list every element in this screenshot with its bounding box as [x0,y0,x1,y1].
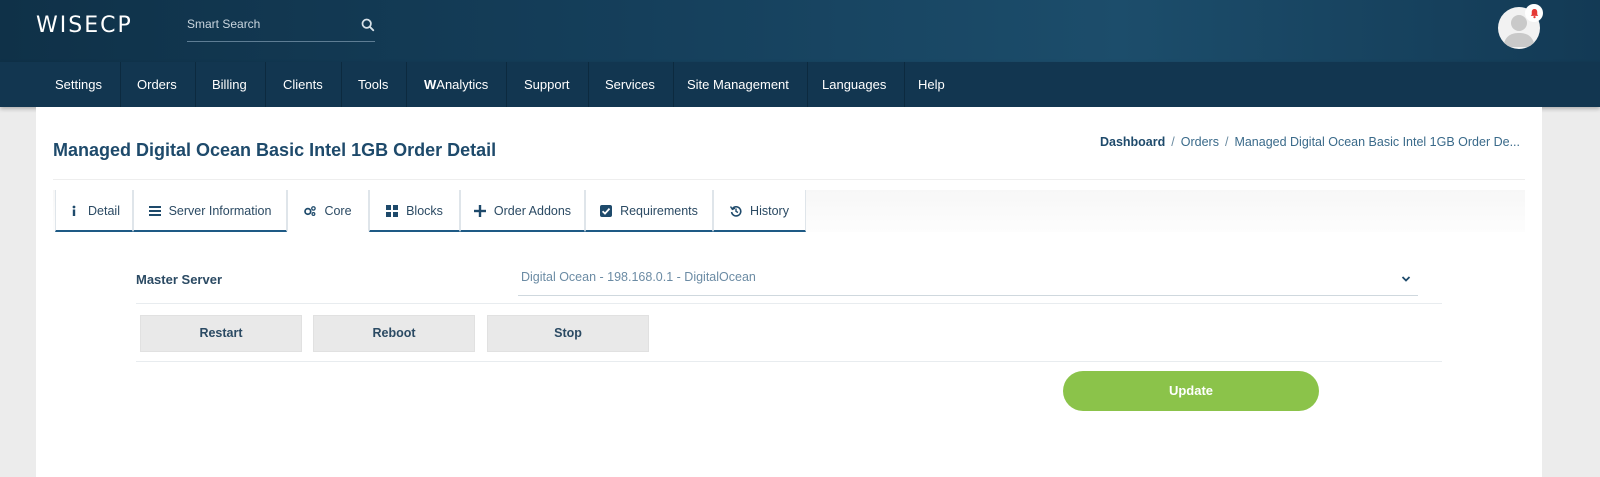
wisecp-logo[interactable]: WISECP [36,13,133,38]
main-nav: Settings Orders Billing Clients Tools WA… [0,62,1600,107]
nav-item-wanalytics[interactable]: WAnalytics [406,62,508,107]
tab-requirements[interactable]: Requirements [585,190,713,232]
row-divider [136,303,1442,304]
bell-icon [1530,8,1538,18]
page-title: Managed Digital Ocean Basic Intel 1GB Or… [53,140,497,160]
nav-item-languages[interactable]: Languages [804,62,906,107]
master-server-value: Digital Ocean - 198.168.0.1 - DigitalOce… [521,270,756,284]
nav-item-settings[interactable]: Settings [37,62,121,107]
check-square-icon [600,204,613,217]
nav-item-support[interactable]: Support [506,62,589,107]
search-icon[interactable] [361,18,375,32]
tab-core[interactable]: Core [287,190,369,232]
history-icon [730,205,742,217]
tab-detail[interactable]: Detail [55,190,133,232]
breadcrumb-separator: / [1224,135,1229,149]
breadcrumb-dashboard[interactable]: Dashboard [1100,135,1165,149]
master-server-label: Master Server [136,272,222,287]
nav-item-services[interactable]: Services [587,62,674,107]
stop-button[interactable]: Stop [487,315,649,352]
nav-item-orders[interactable]: Orders [119,62,196,107]
tab-blocks[interactable]: Blocks [369,190,460,232]
breadcrumb: Dashboard / Orders / Managed Digital Ocean B… [1100,135,1520,149]
plus-icon [473,204,486,217]
server-list-icon [148,205,161,216]
row-divider [136,361,1442,362]
grid-icon [386,204,399,217]
reboot-button[interactable]: Reboot [313,315,475,352]
notification-badge[interactable] [1525,4,1543,22]
cogs-icon [304,205,317,216]
nav-item-site-management[interactable]: Site Management [669,62,808,107]
breadcrumb-separator: / [1171,135,1175,149]
title-divider [53,179,1525,180]
tab-order-addons[interactable]: Order Addons [460,190,585,232]
smart-search [187,12,375,42]
tab-server-information[interactable]: Server Information [133,190,287,232]
nav-item-help[interactable]: Help [900,62,963,107]
restart-button[interactable]: Restart [140,315,302,352]
breadcrumb-orders[interactable]: Orders [1181,135,1219,149]
breadcrumb-current: Managed Digital Ocean Basic Intel 1GB Or… [1234,135,1520,149]
nav-item-clients[interactable]: Clients [265,62,342,107]
tab-history[interactable]: History [713,190,806,232]
update-button[interactable]: Update [1063,371,1319,411]
nav-item-tools[interactable]: Tools [340,62,408,107]
chevron-down-icon [1401,276,1411,282]
nav-item-billing[interactable]: Billing [194,62,266,107]
master-server-select[interactable]: Digital Ocean - 198.168.0.1 - DigitalOce… [518,264,1418,296]
info-icon [72,205,76,216]
search-input[interactable] [187,12,347,36]
top-header: WISECP [0,0,1600,62]
